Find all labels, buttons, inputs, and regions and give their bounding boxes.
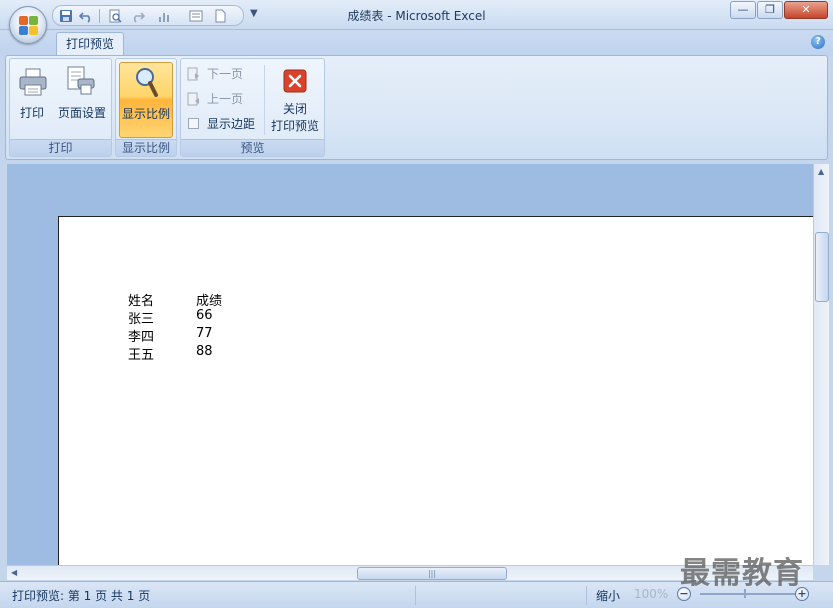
- page-setup-button[interactable]: 页面设置: [55, 62, 109, 138]
- zoom-icon: [136, 68, 158, 97]
- status-text: 打印预览: 第 1 页 共 1 页: [12, 589, 151, 603]
- previous-page-icon: [187, 92, 199, 106]
- close-preview-label-line1: 关闭: [282, 102, 307, 116]
- help-icon[interactable]: ?: [811, 35, 825, 49]
- previous-page-button[interactable]: 上一页: [187, 89, 257, 109]
- group-preview: 下一页 上一页 显示边距 关闭 打印预览 预览: [180, 58, 325, 157]
- ribbon: 打印 页面设置 打印 显示比例 显示比例 下一页 上一页 显示边距 关闭 打印预…: [5, 55, 828, 160]
- page-setup-icon: [67, 66, 95, 95]
- vertical-scrollbar[interactable]: ▲: [813, 164, 829, 565]
- next-page-label: 下一页: [207, 67, 244, 81]
- horizontal-scroll-thumb[interactable]: |||: [357, 567, 507, 580]
- close-preview-label-line2: 打印预览: [270, 119, 319, 133]
- office-button[interactable]: [9, 6, 47, 44]
- previous-page-label: 上一页: [207, 92, 244, 106]
- group-print-label: 打印: [10, 139, 111, 156]
- group-print: 打印 页面设置 打印: [9, 58, 112, 157]
- next-page-icon: [187, 67, 199, 81]
- print-icon: [19, 68, 47, 96]
- show-margins-checkbox-box[interactable]: [188, 118, 199, 129]
- show-margins-checkbox[interactable]: 显示边距: [187, 114, 262, 134]
- row-1-name: 张三: [128, 312, 155, 327]
- ribbon-tab-bar: 打印预览 ?: [0, 30, 833, 57]
- window-title: 成绩表 - Microsoft Excel: [347, 9, 486, 23]
- office-button-icon: [19, 16, 39, 36]
- watermark: 最需教育: [680, 556, 804, 591]
- row-1-score: 66: [196, 308, 213, 323]
- scroll-left-icon[interactable]: ◀: [11, 568, 17, 577]
- page-setup-label: 页面设置: [57, 106, 106, 120]
- zoom-slider-track[interactable]: [700, 593, 795, 595]
- vertical-scroll-thumb[interactable]: [815, 232, 829, 302]
- zoom-button-label: 显示比例: [121, 107, 170, 121]
- group-zoom-label: 显示比例: [116, 139, 176, 156]
- group-zoom: 显示比例 显示比例: [115, 58, 177, 157]
- row-2-name: 李四: [128, 330, 155, 345]
- close-button[interactable]: ✕: [784, 1, 828, 19]
- close-preview-icon: [283, 69, 307, 93]
- title-bar: ▼ 成绩表 - Microsoft Excel — ❐ ✕: [0, 0, 833, 30]
- row-2-score: 77: [196, 326, 213, 341]
- status-separator: [586, 586, 587, 605]
- group-preview-label: 预览: [181, 139, 324, 156]
- print-button[interactable]: 打印: [12, 62, 52, 138]
- group-separator: [264, 65, 265, 135]
- show-margins-label: 显示边距: [207, 117, 256, 131]
- zoom-percent[interactable]: 100%: [634, 587, 668, 601]
- next-page-button[interactable]: 下一页: [187, 64, 257, 84]
- scroll-up-icon[interactable]: ▲: [818, 167, 824, 176]
- close-print-preview-button[interactable]: 关闭 打印预览: [268, 62, 322, 138]
- header-score: 成绩: [196, 294, 223, 309]
- print-preview-area[interactable]: 姓名 成绩 张三 66 李四 77 王五 88: [7, 164, 813, 565]
- row-3-score: 88: [196, 344, 213, 359]
- minimize-button[interactable]: —: [730, 1, 756, 19]
- zoom-button[interactable]: 显示比例: [119, 62, 173, 138]
- row-3-name: 王五: [128, 348, 155, 363]
- status-separator: [415, 586, 416, 605]
- print-button-label: 打印: [19, 106, 44, 120]
- preview-page: 姓名 成绩 张三 66 李四 77 王五 88: [58, 216, 813, 565]
- header-name: 姓名: [128, 294, 155, 309]
- restore-button[interactable]: ❐: [757, 1, 783, 19]
- zoom-out-label: 缩小: [596, 589, 621, 603]
- tab-print-preview[interactable]: 打印预览: [56, 32, 124, 57]
